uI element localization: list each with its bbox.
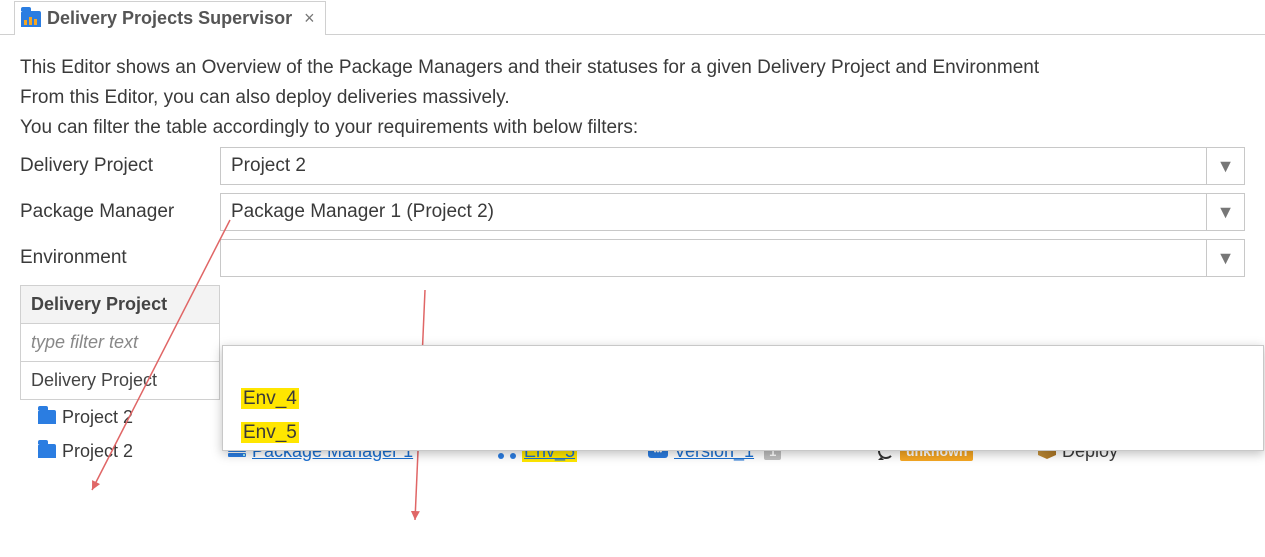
chevron-down-icon[interactable]: ▼ — [1206, 194, 1244, 230]
label-environment: Environment — [20, 247, 220, 269]
label-package-manager: Package Manager — [20, 201, 220, 223]
description-line-1: This Editor shows an Overview of the Pac… — [20, 57, 1245, 79]
chevron-down-icon[interactable]: ▼ — [1206, 240, 1244, 276]
label-delivery-project: Delivery Project — [20, 155, 220, 177]
combo-package-manager[interactable]: Package Manager 1 (Project 2) ▼ — [220, 193, 1245, 231]
environment-dropdown-popup: Env_4 Env_5 — [222, 345, 1264, 451]
tab-title: Delivery Projects Supervisor — [47, 8, 292, 29]
tab-bar: Delivery Projects Supervisor × — [0, 0, 1265, 35]
combo-environment-value — [221, 240, 1206, 276]
folder-icon — [38, 410, 56, 424]
combo-environment[interactable]: ▼ — [220, 239, 1245, 277]
table-subheader-delivery-project[interactable]: Delivery Project — [20, 362, 220, 400]
description-line-2: From this Editor, you can also deploy de… — [20, 87, 1245, 109]
dropdown-option[interactable]: Env_4 — [223, 382, 1263, 416]
combo-delivery-project-value: Project 2 — [221, 148, 1206, 184]
chevron-down-icon[interactable]: ▼ — [1206, 148, 1244, 184]
combo-delivery-project[interactable]: Project 2 ▼ — [220, 147, 1245, 185]
folder-chart-icon — [21, 11, 41, 27]
close-icon[interactable]: × — [304, 8, 315, 29]
cell-project: Project 2 — [62, 407, 133, 428]
tab-delivery-projects-supervisor[interactable]: Delivery Projects Supervisor × — [14, 1, 326, 35]
folder-icon — [38, 444, 56, 458]
cell-project: Project 2 — [62, 441, 133, 462]
description-line-3: You can filter the table accordingly to … — [20, 117, 1245, 139]
dropdown-option[interactable]: Env_5 — [223, 416, 1263, 450]
dropdown-option-blank[interactable] — [223, 346, 1263, 382]
filter-text-input[interactable]: type filter text — [20, 324, 220, 362]
table-header-delivery-project: Delivery Project — [20, 285, 220, 324]
combo-package-manager-value: Package Manager 1 (Project 2) — [221, 194, 1206, 230]
